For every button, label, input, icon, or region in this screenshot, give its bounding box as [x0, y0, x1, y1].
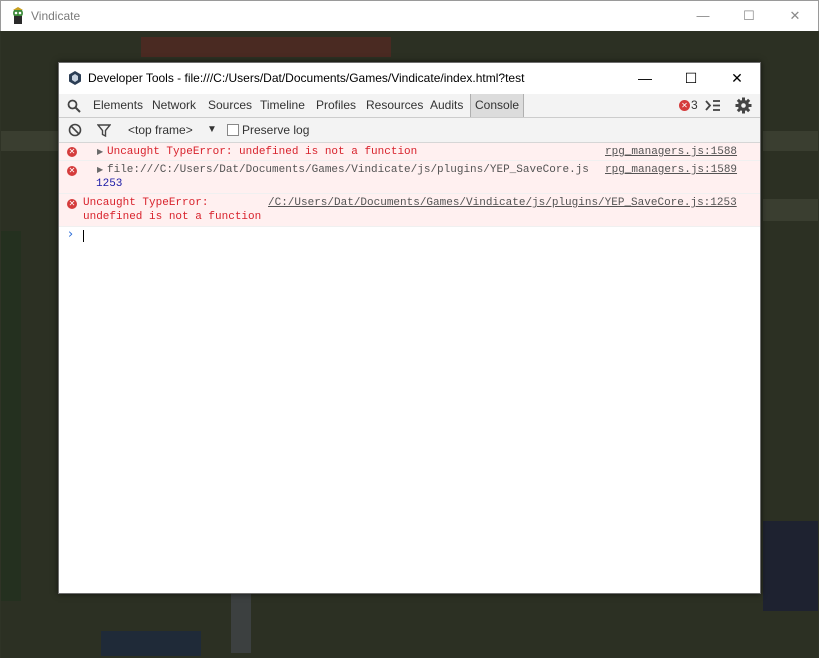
- search-icon[interactable]: [67, 99, 81, 113]
- line-number: 1253: [96, 178, 123, 190]
- devtools-tabbar: Elements Network Sources Timeline Profil…: [59, 94, 760, 118]
- error-count-icon[interactable]: ✕: [679, 100, 690, 111]
- error-icon: ✕: [67, 147, 77, 157]
- window-title: Vindicate: [31, 9, 81, 23]
- tab-audits[interactable]: Audits: [430, 94, 463, 117]
- expand-arrow-icon[interactable]: ▶: [97, 165, 103, 174]
- devtools-titlebar[interactable]: Developer Tools - file:///C:/Users/Dat/D…: [59, 63, 760, 94]
- console-output[interactable]: ✕ ▶ Uncaught TypeError: undefined is not…: [59, 143, 760, 593]
- game-panel: [763, 131, 818, 151]
- error-text: Uncaught TypeError:: [83, 197, 209, 209]
- settings-gear-icon[interactable]: [735, 97, 752, 114]
- game-panel: [763, 199, 818, 221]
- tab-elements[interactable]: Elements: [93, 94, 143, 117]
- maximize-button[interactable]: ☐: [726, 1, 772, 31]
- devtools-logo-icon: [69, 71, 81, 85]
- console-prompt-icon: ›: [68, 227, 74, 242]
- console-message: ✕ ▶ file:///C:/Users/Dat/Documents/Games…: [59, 161, 760, 194]
- console-message: ✕ ▶ Uncaught TypeError: undefined is not…: [59, 143, 760, 161]
- tab-console[interactable]: Console: [470, 94, 525, 117]
- close-button[interactable]: ✕: [772, 1, 818, 31]
- game-panel: [101, 631, 201, 656]
- error-icon: ✕: [67, 166, 77, 176]
- game-sidebar: [1, 231, 21, 601]
- devtools-close-button[interactable]: ✕: [714, 63, 760, 94]
- frame-dropdown-arrow-icon[interactable]: ▼: [207, 118, 217, 142]
- console-input-caret[interactable]: [83, 230, 84, 242]
- console-message: ✕ Uncaught TypeError: undefined is not a…: [59, 194, 760, 227]
- preserve-log-label: Preserve log: [242, 123, 310, 137]
- filter-icon[interactable]: [97, 124, 111, 137]
- game-banner: [141, 37, 391, 57]
- message-text: file:///C:/Users/Dat/Documents/Games/Vin…: [107, 164, 589, 176]
- console-toolbar: <top frame> ▼ Preserve log: [59, 118, 760, 143]
- game-panel: [763, 521, 818, 611]
- preserve-log-checkbox[interactable]: [227, 124, 239, 136]
- tab-sources[interactable]: Sources: [208, 94, 252, 117]
- source-link[interactable]: /C:/Users/Dat/Documents/Games/Vindicate/…: [268, 197, 737, 209]
- devtools-maximize-button[interactable]: ☐: [668, 63, 714, 94]
- error-text-continued: undefined is not a function: [83, 211, 262, 223]
- error-text: Uncaught TypeError: undefined is not a f…: [107, 146, 418, 158]
- window-titlebar[interactable]: Vindicate — ☐ ✕: [0, 0, 819, 31]
- clear-console-icon[interactable]: [68, 123, 82, 137]
- error-count[interactable]: 3: [691, 94, 698, 117]
- source-link[interactable]: rpg_managers.js:1589: [605, 164, 737, 176]
- tab-timeline[interactable]: Timeline: [260, 94, 305, 117]
- devtools-title: Developer Tools - file:///C:/Users/Dat/D…: [88, 71, 525, 85]
- frame-selector[interactable]: <top frame>: [128, 118, 193, 142]
- source-link[interactable]: rpg_managers.js:1588: [605, 146, 737, 158]
- error-icon: ✕: [67, 199, 77, 209]
- minimize-button[interactable]: —: [680, 1, 726, 31]
- devtools-minimize-button[interactable]: —: [622, 63, 668, 94]
- console-drawer-icon[interactable]: [705, 99, 721, 112]
- expand-arrow-icon[interactable]: ▶: [97, 147, 103, 156]
- game-panel: [1, 131, 59, 151]
- app-icon: [13, 7, 23, 24]
- game-panel: [231, 593, 251, 653]
- tab-resources[interactable]: Resources: [366, 94, 423, 117]
- tab-network[interactable]: Network: [152, 94, 196, 117]
- devtools-window[interactable]: Developer Tools - file:///C:/Users/Dat/D…: [58, 62, 761, 594]
- tab-profiles[interactable]: Profiles: [316, 94, 356, 117]
